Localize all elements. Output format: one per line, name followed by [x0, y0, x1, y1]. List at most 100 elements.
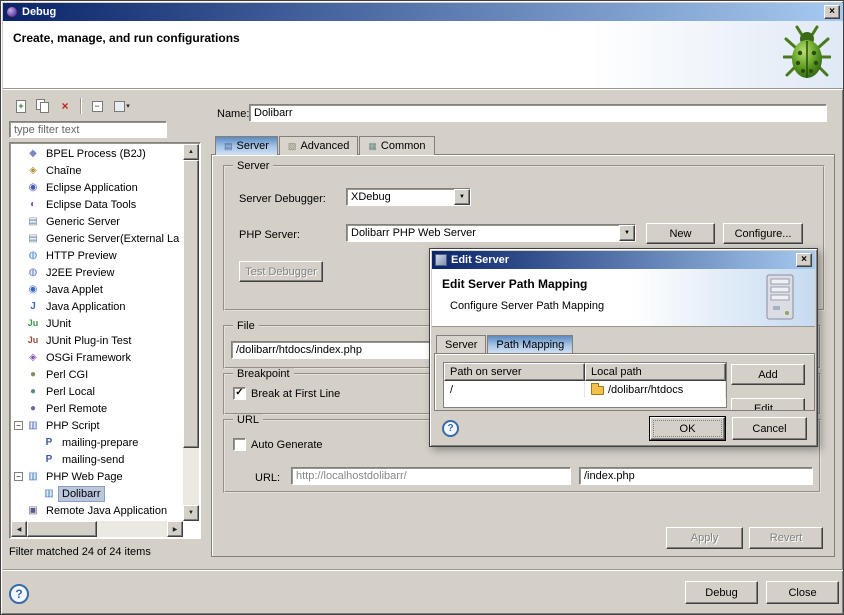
tree-item-label: Chaîne — [43, 164, 84, 178]
edit-mapping-button[interactable]: Edit... — [731, 398, 805, 411]
tree-item[interactable]: − ◈ Chaîne — [11, 162, 182, 179]
dropdown-icon[interactable]: ▼ — [454, 189, 470, 205]
close-icon[interactable]: × — [824, 5, 840, 19]
tree-item[interactable]: − ▣ Remote Java Application — [11, 502, 182, 519]
new-config-icon: + — [16, 100, 26, 113]
tree-item[interactable]: − ◆ BPEL Process (B2J) — [11, 145, 182, 162]
vertical-scrollbar-thumb[interactable] — [183, 160, 199, 448]
name-input[interactable] — [249, 104, 827, 122]
filter-input[interactable] — [9, 121, 167, 138]
dialog-help-icon[interactable]: ? — [442, 420, 459, 437]
main-tabs: ▤ Server ▧ Advanced ▦ Common — [215, 136, 436, 155]
apply-button: Apply — [666, 527, 743, 549]
horizontal-scrollbar-thumb[interactable] — [27, 521, 97, 537]
tree-item[interactable]: − ◍ J2EE Preview — [11, 264, 182, 281]
tab-common[interactable]: ▦ Common — [359, 136, 434, 155]
dialog-tab-server[interactable]: Server — [436, 335, 486, 353]
tree-item[interactable]: − Ju JUnit Plug-in Test — [11, 332, 182, 349]
config-type-icon: ▥ — [26, 421, 40, 431]
help-icon[interactable]: ? — [9, 584, 29, 604]
auto-generate-label: Auto Generate — [251, 439, 323, 451]
server-debugger-value: XDebug — [347, 189, 454, 205]
add-mapping-button[interactable]: Add — [731, 364, 805, 385]
scroll-left-icon[interactable]: ◀ — [11, 521, 27, 537]
config-type-icon: ◆ — [26, 149, 40, 159]
server-debugger-label: Server Debugger: — [239, 193, 326, 205]
dialog-tab-path-mapping-label: Path Mapping — [496, 339, 564, 351]
tree-item-label: Dolibarr — [59, 487, 104, 501]
tree-item[interactable]: − ▤ Generic Server(External La — [11, 230, 182, 247]
server-path-cell: / — [444, 381, 585, 398]
check-icon: ✓ — [235, 388, 243, 398]
tree-item-label: Generic Server — [43, 215, 123, 229]
debug-button[interactable]: Debug — [685, 581, 758, 604]
local-path-text: /dolibarr/htdocs — [608, 384, 683, 396]
path-mapping-row[interactable]: / /dolibarr/htdocs — [444, 381, 726, 398]
tree-item-label: mailing-prepare — [59, 436, 141, 450]
dialog-tab-path-mapping[interactable]: Path Mapping — [487, 335, 573, 353]
scroll-right-icon[interactable]: ▶ — [167, 521, 183, 537]
expander-icon[interactable]: − — [14, 421, 23, 430]
close-button[interactable]: Close — [766, 581, 839, 604]
php-server-label: PHP Server: — [239, 229, 300, 241]
tree-item[interactable]: − ◐ Eclipse Data Tools — [11, 196, 182, 213]
config-type-icon: ◉ — [26, 183, 40, 193]
tree-horizontal-scrollbar[interactable]: ◀ ▶ — [11, 521, 183, 537]
scroll-up-icon[interactable]: ▲ — [183, 144, 199, 160]
tree-item[interactable]: − ▤ Generic Server — [11, 213, 182, 230]
dialog-header-subtitle: Configure Server Path Mapping — [450, 300, 604, 312]
view-menu-button[interactable]: ▾ — [109, 96, 135, 116]
tree-item[interactable]: − ◍ HTTP Preview — [11, 247, 182, 264]
tree-item[interactable]: − ◉ Eclipse Application — [11, 179, 182, 196]
tree-item-label: PHP Web Page — [43, 470, 126, 484]
config-type-icon: ● — [26, 387, 40, 397]
config-type-icon: ◈ — [26, 353, 40, 363]
column-local-path[interactable]: Local path — [585, 363, 726, 381]
tree-item[interactable]: − ▥ PHP Script — [11, 417, 182, 434]
config-type-icon: ◍ — [26, 268, 40, 278]
collapse-all-button[interactable]: − — [87, 96, 107, 116]
new-config-button[interactable]: + — [11, 96, 31, 116]
break-first-line-label: Break at First Line — [251, 388, 340, 400]
tree-item[interactable]: − ● Perl CGI — [11, 366, 182, 383]
ok-button[interactable]: OK — [650, 417, 725, 440]
tree-item[interactable]: − P mailing-send — [11, 451, 182, 468]
config-type-icon: J — [26, 302, 40, 312]
tree-item[interactable]: − Ju JUnit — [11, 315, 182, 332]
tree-item[interactable]: − J Java Application — [11, 298, 182, 315]
server-icon — [761, 273, 799, 321]
tree-item[interactable]: − ▥ Dolibarr — [11, 485, 182, 502]
tree-item-label: Java Applet — [43, 283, 106, 297]
bug-icon — [783, 25, 831, 81]
tree-item[interactable]: − ● Perl Remote — [11, 400, 182, 417]
tree-vertical-scrollbar[interactable]: ▲ ▼ — [183, 144, 199, 521]
column-path-on-server[interactable]: Path on server — [444, 363, 585, 381]
tree-item[interactable]: − ◈ OSGi Framework — [11, 349, 182, 366]
dialog-close-icon[interactable]: × — [796, 253, 812, 267]
config-tree: − ◆ BPEL Process (B2J) − ◈ Chaîne − ◉ Ec… — [11, 145, 182, 521]
break-first-line-checkbox[interactable]: ✓ — [233, 387, 246, 400]
tree-item[interactable]: − ▥ PHP Web Page — [11, 468, 182, 485]
dropdown-icon[interactable]: ▼ — [619, 225, 635, 241]
configure-server-button[interactable]: Configure... — [723, 223, 803, 244]
revert-button: Revert — [749, 527, 823, 549]
php-server-combo[interactable]: Dolibarr PHP Web Server ▼ — [346, 224, 636, 242]
scroll-down-icon[interactable]: ▼ — [183, 505, 199, 521]
expander-icon[interactable]: − — [14, 472, 23, 481]
dialog-tab-content: Path on server Local path / /dolibarr/ht… — [434, 353, 815, 411]
duplicate-config-button[interactable] — [33, 96, 53, 116]
cancel-button[interactable]: Cancel — [732, 417, 807, 440]
tree-item[interactable]: − P mailing-prepare — [11, 434, 182, 451]
tab-server[interactable]: ▤ Server — [215, 136, 278, 155]
delete-config-button[interactable]: × — [55, 96, 75, 116]
server-debugger-combo[interactable]: XDebug ▼ — [346, 188, 471, 206]
tree-item[interactable]: − ◉ Java Applet — [11, 281, 182, 298]
new-server-button[interactable]: New — [646, 223, 715, 244]
config-type-icon: ▥ — [26, 472, 40, 482]
path-url-input[interactable] — [579, 467, 813, 485]
auto-generate-checkbox[interactable] — [233, 438, 246, 451]
filter-status: Filter matched 24 of 24 items — [9, 546, 151, 558]
tab-advanced[interactable]: ▧ Advanced — [279, 136, 358, 155]
tree-item[interactable]: − ● Perl Local — [11, 383, 182, 400]
view-menu-icon — [114, 101, 125, 112]
